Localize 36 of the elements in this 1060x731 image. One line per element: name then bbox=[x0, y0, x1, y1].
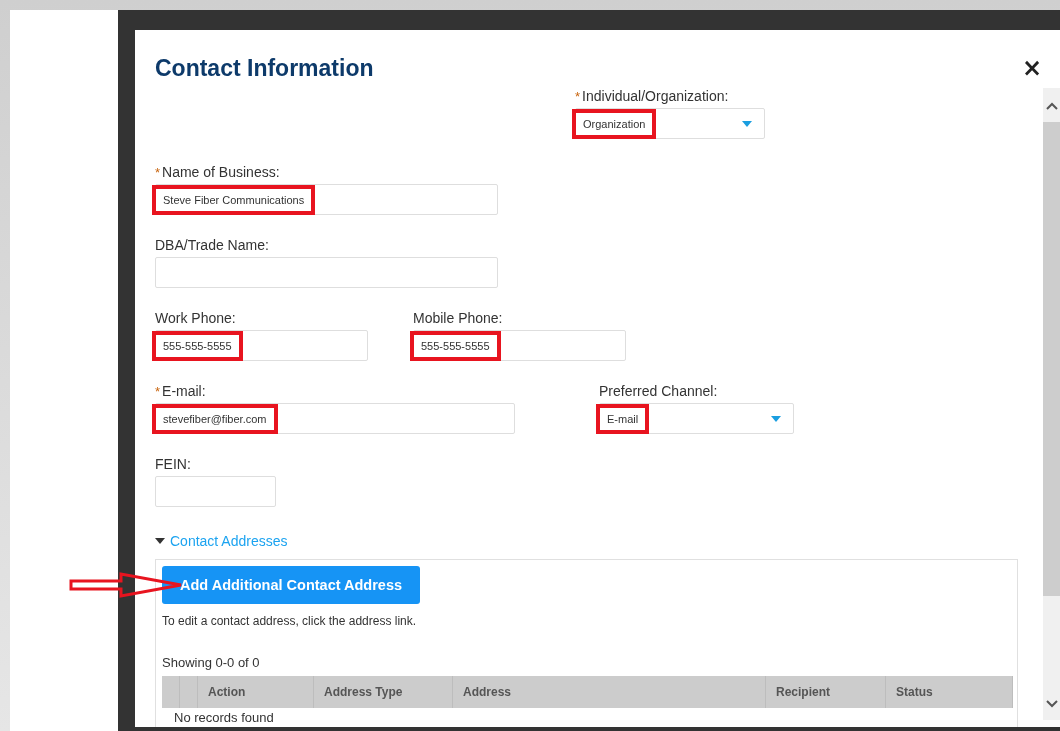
help-text: To edit a contact address, click the address link. bbox=[162, 614, 418, 628]
field-label: Preferred Channel: bbox=[599, 383, 718, 399]
input-field[interactable]: stevefiber@fiber.com bbox=[155, 403, 515, 434]
column-header[interactable]: Recipient bbox=[766, 676, 886, 708]
required-asterisk: * bbox=[155, 165, 161, 180]
input-field[interactable]: 555-555-5555 bbox=[155, 330, 368, 361]
caret-icon bbox=[771, 415, 781, 422]
field-label: Mobile Phone: bbox=[413, 310, 503, 326]
caret-icon bbox=[742, 120, 752, 127]
record-count: Showing 0-0 of 0 bbox=[162, 655, 261, 670]
scrollbar-thumb[interactable] bbox=[1043, 122, 1060, 596]
close-button[interactable]: × bbox=[1019, 56, 1044, 80]
empty-message: No records found bbox=[173, 709, 275, 725]
field-label: DBA/Trade Name: bbox=[155, 237, 269, 253]
dropdown[interactable]: Organization bbox=[575, 108, 765, 139]
input-field[interactable]: 555-555-5555 bbox=[413, 330, 626, 361]
scroll-up-icon[interactable] bbox=[1045, 102, 1058, 110]
column-header[interactable]: Address bbox=[453, 676, 766, 708]
scroll-down-icon[interactable] bbox=[1045, 700, 1058, 708]
input-field[interactable]: Steve Fiber Communications bbox=[155, 184, 498, 215]
required-asterisk: * bbox=[575, 89, 581, 104]
required-asterisk: * bbox=[155, 384, 161, 399]
dropdown[interactable]: E-mail bbox=[599, 403, 794, 434]
field-label: FEIN: bbox=[155, 456, 191, 472]
field-label: Name of Business: bbox=[162, 164, 280, 180]
scrollbar[interactable] bbox=[1043, 88, 1060, 720]
field-label: Individual/Organization: bbox=[582, 88, 729, 104]
dialog-title: Contact Information bbox=[155, 54, 374, 82]
input-field[interactable] bbox=[155, 257, 498, 288]
column-header[interactable]: Status bbox=[886, 676, 1013, 708]
field-label: Work Phone: bbox=[155, 310, 236, 326]
column-header[interactable]: Action bbox=[198, 676, 314, 708]
field-label: E-mail: bbox=[162, 383, 206, 399]
column-header[interactable]: Address Type bbox=[314, 676, 453, 708]
triangle-icon[interactable] bbox=[155, 538, 165, 544]
input-field[interactable] bbox=[155, 476, 276, 507]
